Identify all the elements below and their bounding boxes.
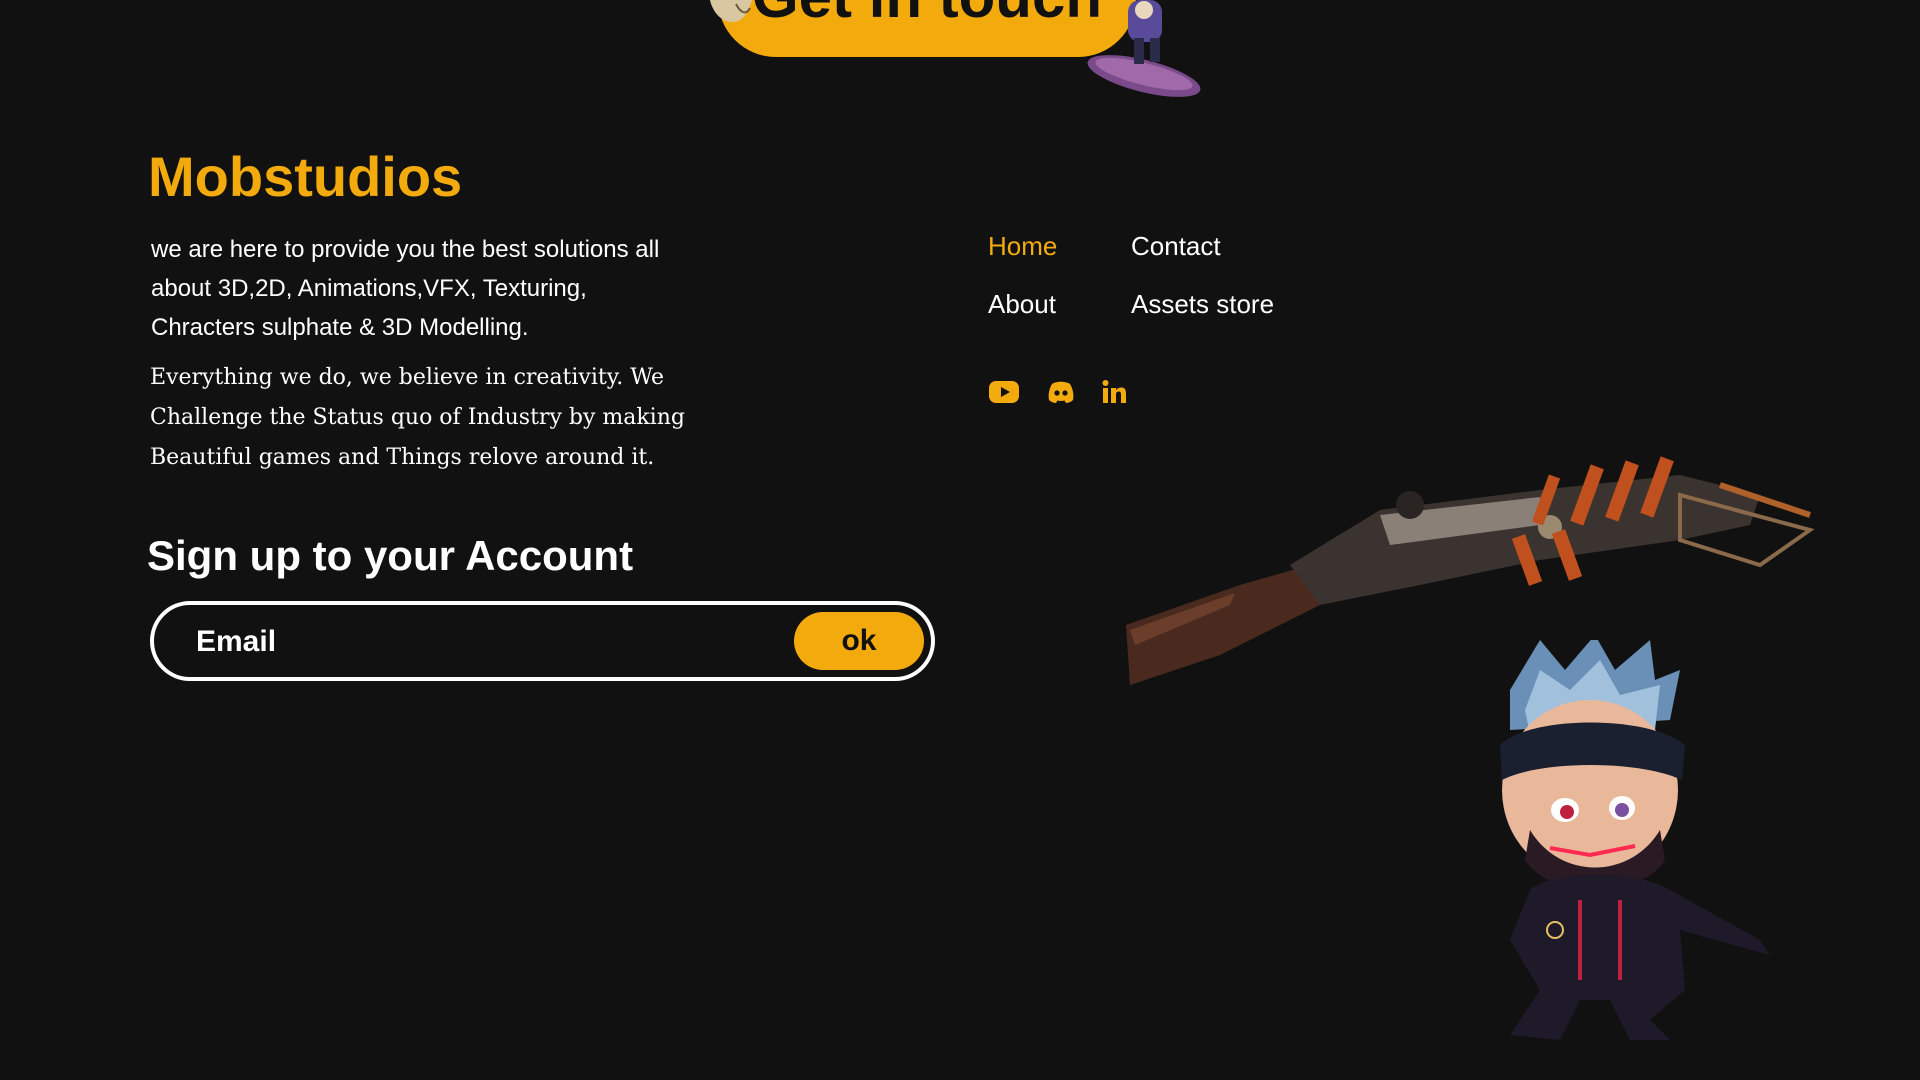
ninja-character-art [1500,640,1770,1040]
get-in-touch-label: Get in touch [752,0,1102,27]
email-signup-form: ok [150,601,935,681]
nav-link-home[interactable]: Home [988,233,1057,259]
ok-button[interactable]: ok [794,612,924,670]
company-tagline: we are here to provide you the best solu… [151,236,660,341]
hand-character-art [710,0,752,22]
skater-character-art [1087,0,1201,97]
signup-heading: Sign up to your Account [147,532,634,579]
nav-link-assets-store[interactable]: Assets store [1131,291,1274,317]
company-creed: Everything we do, we believe in creativi… [150,365,685,470]
discord-icon[interactable] [1046,377,1076,407]
nav-link-about[interactable]: About [988,291,1056,317]
email-input[interactable] [194,617,718,667]
get-in-touch-button[interactable]: Get in touch [718,0,1136,57]
linkedin-icon[interactable] [1100,377,1128,407]
nav-link-contact[interactable]: Contact [1131,233,1221,259]
brand-logo: Mobstudios [148,145,463,208]
youtube-icon[interactable] [988,377,1020,407]
